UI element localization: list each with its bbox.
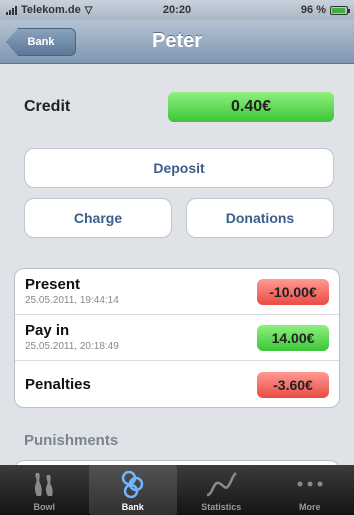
- deposit-button[interactable]: Deposit: [24, 148, 334, 188]
- table-row[interactable]: Pay in 25.05.2011, 20:18:49 14.00€: [15, 315, 339, 361]
- transaction-date: 25.05.2011, 20:18:49: [25, 341, 119, 352]
- page-title: Peter: [151, 30, 203, 52]
- transaction-title: Pay in: [25, 322, 70, 339]
- transaction-amount: -10.00€: [257, 279, 329, 305]
- navigation-bar: Bank Peter: [0, 20, 354, 64]
- battery-icon: [330, 5, 350, 15]
- main-content[interactable]: Credit 0.40€ Deposit Charge Donations Pr…: [0, 64, 354, 465]
- status-bar: Telekom.de ▽ 20:20 96 %: [0, 0, 354, 20]
- transaction-title: Penalties: [25, 376, 91, 393]
- credit-row: Credit 0.40€: [24, 92, 334, 122]
- transaction-amount: 14.00€: [257, 325, 329, 351]
- tab-bar: Bowl Bank Statistics More: [0, 465, 354, 515]
- bowling-pin-icon: [35, 473, 53, 496]
- tab-label: More: [298, 502, 321, 512]
- more-dots-icon: [297, 481, 323, 487]
- transaction-title: Present: [25, 276, 81, 293]
- tab-label: Bank: [121, 502, 144, 512]
- tab-more[interactable]: More: [266, 465, 354, 515]
- battery-percent: 96 %: [300, 4, 326, 16]
- charge-button[interactable]: Charge: [24, 198, 172, 238]
- section-header-punishments: Punishments: [24, 432, 119, 449]
- tab-label: Statistics: [201, 502, 242, 512]
- chart-line-icon: [206, 471, 238, 497]
- table-row[interactable]: Penalties -3.60€: [15, 361, 339, 407]
- transaction-amount: -3.60€: [257, 372, 329, 398]
- transaction-date: 25.05.2011, 19:44:14: [25, 295, 119, 306]
- coins-icon: [121, 470, 143, 499]
- transactions-table: Present 25.05.2011, 19:44:14 -10.00€ Pay…: [14, 268, 340, 408]
- tab-statistics[interactable]: Statistics: [177, 465, 266, 515]
- tab-bank[interactable]: Bank: [88, 465, 177, 515]
- table-row[interactable]: Present 25.05.2011, 19:44:14 -10.00€: [15, 269, 339, 315]
- credit-label: Credit: [24, 98, 71, 115]
- tab-label: Bowl: [33, 502, 56, 512]
- battery-info: 96 %: [300, 4, 350, 16]
- credit-value: 0.40€: [168, 92, 334, 122]
- tab-bowl[interactable]: Bowl: [0, 465, 89, 515]
- donations-button[interactable]: Donations: [186, 198, 334, 238]
